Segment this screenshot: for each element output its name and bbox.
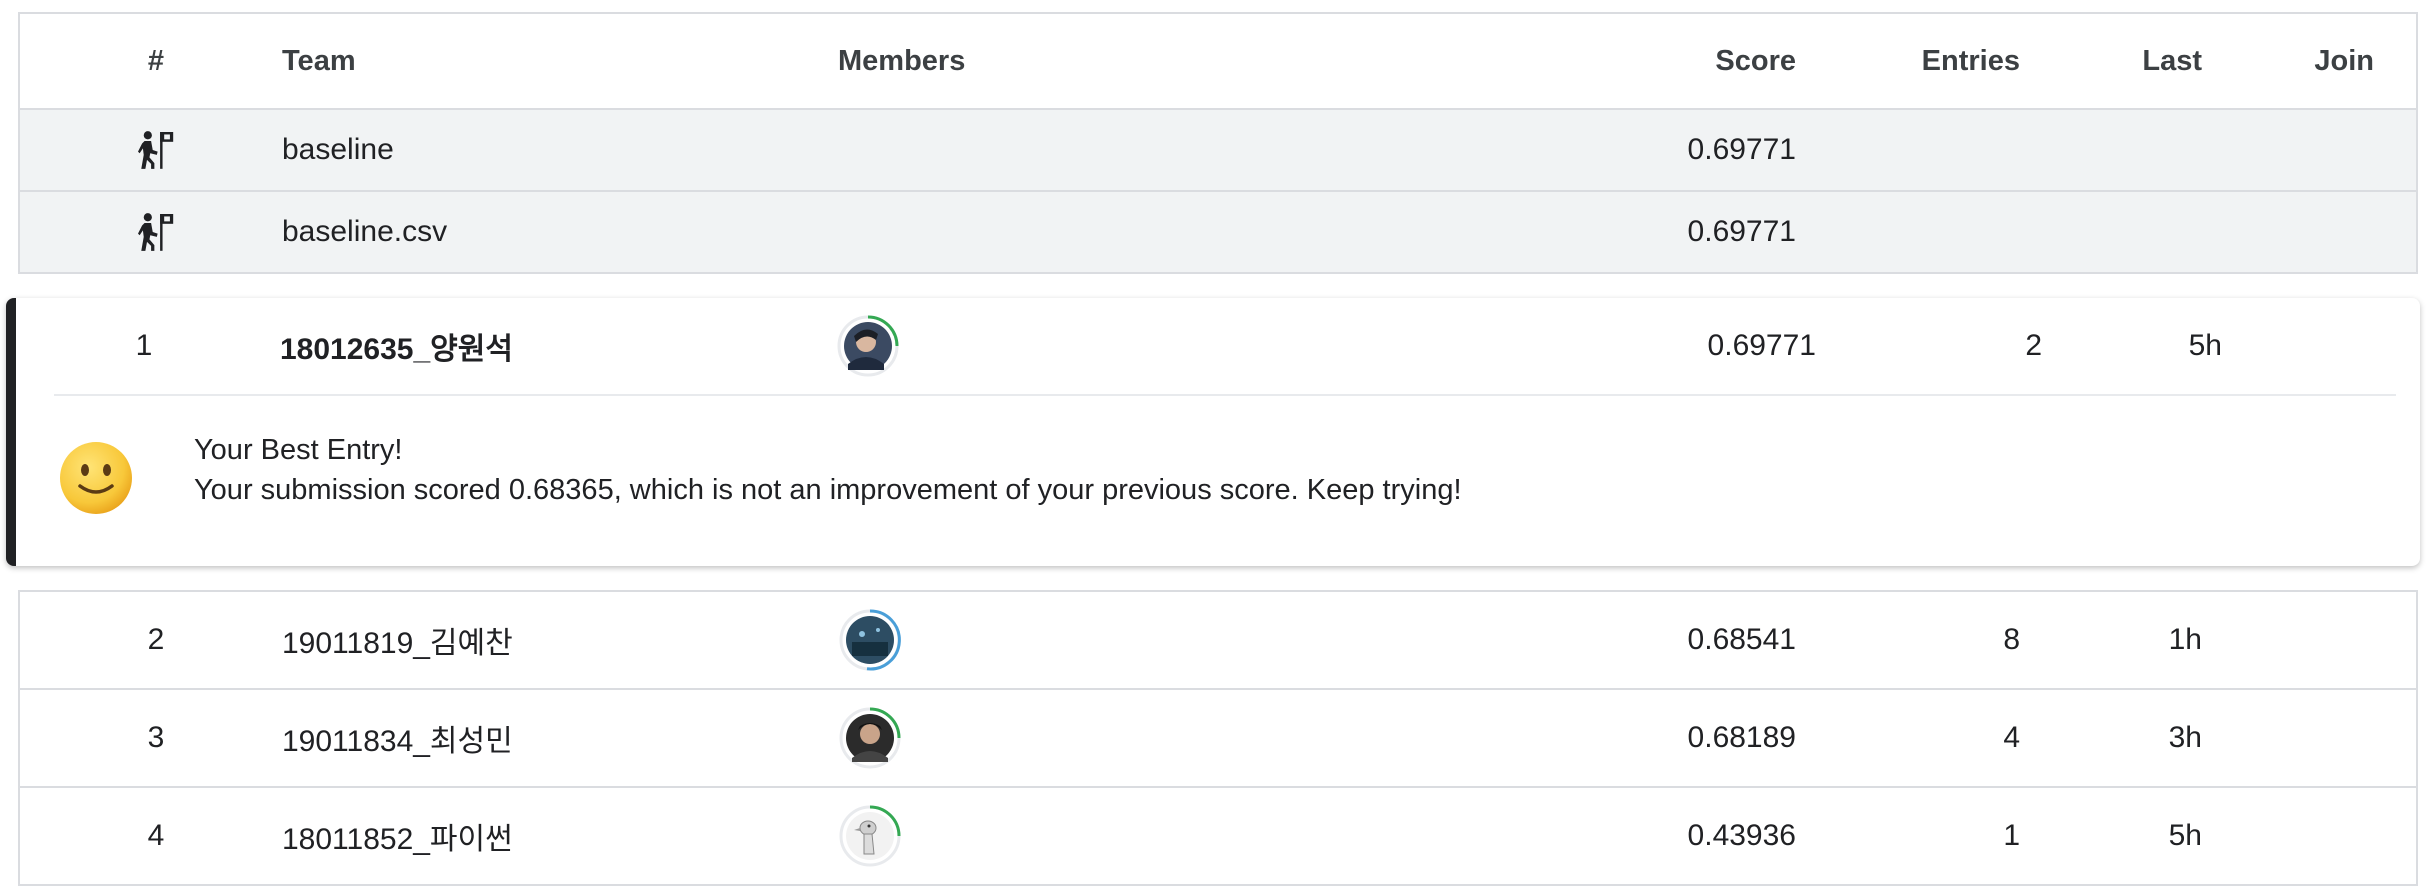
team-name[interactable]: baseline.csv bbox=[282, 192, 447, 272]
entries-count: 8 bbox=[2003, 623, 2020, 656]
header-join[interactable]: Join bbox=[2314, 14, 2374, 108]
team-name[interactable]: baseline bbox=[282, 110, 394, 190]
rank: 4 bbox=[147, 819, 165, 852]
leaderboard-header: # Team Members Score Entries Last Join bbox=[18, 14, 2418, 108]
team-name[interactable]: 19011819_김예찬 bbox=[282, 592, 513, 688]
team-name[interactable]: 18012635_양원석 bbox=[280, 298, 513, 394]
last-submission: 5h bbox=[2188, 329, 2222, 362]
rank: 1 bbox=[135, 329, 153, 362]
header-team[interactable]: Team bbox=[282, 14, 356, 108]
slightly-smiling-face-icon bbox=[58, 440, 134, 521]
my-entry-card: 1 18012635_양원석 0.69771 2 5h Your Best En… bbox=[6, 298, 2420, 566]
header-entries[interactable]: Entries bbox=[1922, 14, 2020, 108]
rank: 2 bbox=[147, 623, 165, 656]
header-rank[interactable]: # bbox=[138, 14, 174, 108]
entries-count: 2 bbox=[2025, 329, 2042, 362]
team-name[interactable]: 18011852_파이썬 bbox=[282, 788, 513, 884]
header-score[interactable]: Score bbox=[1715, 14, 1796, 108]
benchmark-row: baseline 0.69771 bbox=[18, 110, 2418, 190]
member-avatar[interactable] bbox=[836, 298, 900, 394]
header-members: Members bbox=[838, 44, 966, 77]
score: 0.69771 bbox=[1687, 215, 1796, 248]
leaderboard-row[interactable]: 2 19011819_김예찬 0.68541 8 1h bbox=[18, 592, 2418, 688]
rank: 3 bbox=[147, 721, 165, 754]
score: 0.68189 bbox=[1687, 721, 1796, 754]
entries-count: 1 bbox=[2003, 819, 2020, 852]
message-title: Your Best Entry! bbox=[194, 434, 403, 466]
last-submission: 3h bbox=[2168, 721, 2202, 754]
leaderboard-row[interactable]: 4 18011852_파이썬 0.43936 1 5h bbox=[18, 788, 2418, 884]
score: 0.69771 bbox=[1687, 133, 1796, 166]
message-body: Your submission scored 0.68365, which is… bbox=[194, 474, 1462, 506]
benchmark-icon bbox=[138, 110, 174, 190]
last-submission: 1h bbox=[2168, 623, 2202, 656]
member-avatar[interactable] bbox=[838, 788, 902, 884]
last-submission: 5h bbox=[2168, 819, 2202, 852]
member-avatar[interactable] bbox=[838, 690, 902, 786]
benchmark-icon bbox=[138, 192, 174, 272]
team-name[interactable]: 19011834_최성민 bbox=[282, 690, 513, 786]
divider bbox=[54, 394, 2396, 396]
score: 0.68541 bbox=[1687, 623, 1796, 656]
member-avatar[interactable] bbox=[838, 592, 902, 688]
header-last[interactable]: Last bbox=[2142, 14, 2202, 108]
score: 0.69771 bbox=[1707, 329, 1816, 362]
my-entry-row[interactable]: 1 18012635_양원석 0.69771 2 5h bbox=[16, 298, 2420, 394]
benchmark-row: baseline.csv 0.69771 bbox=[18, 192, 2418, 272]
score: 0.43936 bbox=[1687, 819, 1796, 852]
leaderboard-row[interactable]: 3 19011834_최성민 0.68189 4 3h bbox=[18, 690, 2418, 786]
entries-count: 4 bbox=[2003, 721, 2020, 754]
